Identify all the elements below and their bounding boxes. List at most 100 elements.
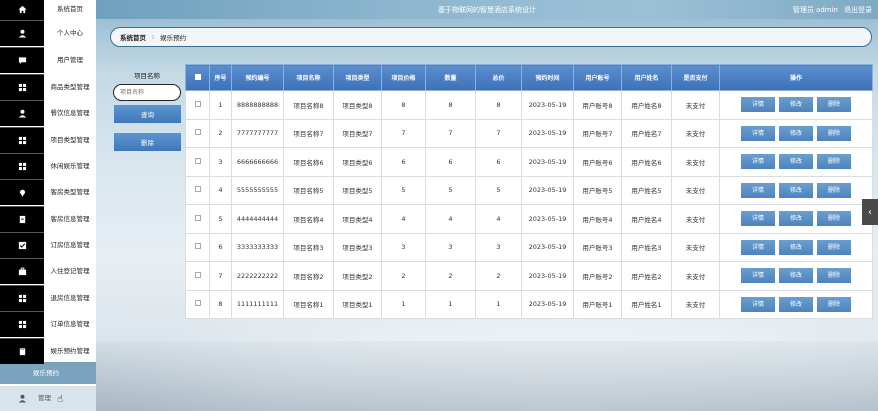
sidebar-item-4[interactable]: 商品类型管理: [0, 74, 96, 100]
sidebar-item-9[interactable]: 客房信息管理: [0, 206, 96, 232]
delete-button[interactable]: 删除: [817, 154, 851, 170]
logout-link[interactable]: 退出登录: [844, 5, 872, 15]
user-icon: [0, 20, 44, 46]
project-type: 项目类型2: [333, 261, 382, 291]
user-account: 用户账号4: [573, 204, 622, 234]
user-name: 用户姓名4: [621, 204, 672, 234]
row-checkbox[interactable]: [185, 90, 210, 120]
reservation-date: 2023-05-19: [521, 289, 574, 319]
sidebar-subitem-active[interactable]: 娱乐预约: [0, 362, 96, 384]
grid-icon: [0, 311, 44, 337]
breadcrumb-home[interactable]: 系统首页: [120, 32, 146, 42]
column-header: 总价: [475, 64, 522, 91]
sidebar-divider: [0, 338, 44, 339]
row-checkbox[interactable]: [185, 118, 210, 148]
project-price: 5: [381, 175, 426, 205]
column-header: 项目价格: [381, 64, 426, 91]
column-header: 是否支付: [671, 64, 720, 91]
row-actions: 详情 修改 删除: [719, 204, 873, 234]
sidebar-item-13[interactable]: 订单信息管理: [0, 311, 96, 337]
mouse-cursor-icon: ☝: [57, 394, 64, 405]
row-checkbox[interactable]: [185, 175, 210, 205]
delete-button[interactable]: 删除: [817, 211, 851, 227]
delete-button[interactable]: 删除: [817, 296, 851, 312]
query-button[interactable]: 查询: [114, 105, 181, 123]
delete-button[interactable]: 删除: [817, 182, 851, 198]
row-index: 4: [209, 175, 232, 205]
delete-button[interactable]: 删除: [817, 97, 851, 113]
total-price: 7: [475, 118, 522, 148]
sidebar-item-12[interactable]: 退房信息管理: [0, 285, 96, 311]
sidebar-item-10[interactable]: 订房信息管理: [0, 232, 96, 258]
reservation-code: 8888888888: [231, 90, 284, 120]
edit-button[interactable]: 修改: [779, 268, 813, 284]
detail-button[interactable]: 详情: [741, 182, 775, 198]
project-type: 项目类型7: [333, 118, 382, 148]
edit-button[interactable]: 修改: [779, 182, 813, 198]
detail-button[interactable]: 详情: [741, 154, 775, 170]
user-account: 用户账号7: [573, 118, 622, 148]
row-checkbox[interactable]: [185, 147, 210, 177]
user-account: 用户账号6: [573, 147, 622, 177]
project-price: 3: [381, 232, 426, 262]
payment-status: 未支付: [671, 118, 720, 148]
delete-button[interactable]: 删除: [817, 268, 851, 284]
edit-button[interactable]: 修改: [779, 239, 813, 255]
table-row: 2 7777777777 项目名称7 项目类型7 7 7 7 2023-05-19 用户账号7 用…: [185, 118, 873, 148]
delete-button[interactable]: 删除: [817, 239, 851, 255]
table-row: 7 2222222222 项目名称2 项目类型2 2 2 2 2023-05-19 用户账号2 用…: [185, 261, 873, 291]
edit-button[interactable]: 修改: [779, 211, 813, 227]
sidebar-item-label: 退房信息管理: [50, 294, 90, 302]
sidebar-item-bottom[interactable]: 管理: [0, 386, 96, 411]
user-name: 用户姓名6: [621, 147, 672, 177]
row-checkbox[interactable]: [185, 204, 210, 234]
project-type: 项目类型4: [333, 204, 382, 234]
edit-button[interactable]: 修改: [779, 154, 813, 170]
project-name: 项目名称5: [283, 175, 334, 205]
detail-button[interactable]: 详情: [741, 239, 775, 255]
edit-button[interactable]: 修改: [779, 97, 813, 113]
row-actions: 详情 修改 删除: [719, 90, 873, 120]
user-name: 用户姓名7: [621, 118, 672, 148]
row-checkbox[interactable]: [185, 289, 210, 319]
table-header-row: 序号 预约编号 项目名称 项目类型 项目价格 数量 总价 预约时间 用户账号 用户姓名 是否支付 操作: [185, 64, 873, 91]
row-checkbox[interactable]: [185, 261, 210, 291]
delete-button[interactable]: 删除: [817, 125, 851, 141]
table-row: 8 1111111111 项目名称1 项目类型1 1 1 1 2023-05-19 用户账号1 用…: [185, 289, 873, 319]
sidebar-item-bottom-label: 管理: [38, 394, 51, 402]
edit-button[interactable]: 修改: [779, 296, 813, 312]
row-actions: 详情 修改 删除: [719, 289, 873, 319]
sidebar-item-label: 商品类型管理: [50, 83, 90, 91]
quantity: 5: [425, 175, 476, 205]
detail-button[interactable]: 详情: [741, 211, 775, 227]
row-checkbox[interactable]: [185, 232, 210, 262]
table-row: 6 3333333333 项目名称3 项目类型3 3 3 3 2023-05-19 用户账号3 用…: [185, 232, 873, 262]
select-all-checkbox[interactable]: [185, 64, 210, 91]
sidebar-item-14[interactable]: 娱乐预约管理: [0, 338, 96, 364]
search-input[interactable]: [113, 84, 181, 101]
user-name: 用户姓名5: [621, 175, 672, 205]
sidebar-item-8[interactable]: 客房类型管理: [0, 179, 96, 205]
grid-icon: [0, 153, 44, 179]
batch-delete-button[interactable]: 删除: [114, 133, 181, 151]
doc-icon: [0, 206, 44, 232]
detail-button[interactable]: 详情: [741, 125, 775, 141]
sidebar-item-5[interactable]: 餐饮信息管理: [0, 100, 96, 126]
payment-status: 未支付: [671, 90, 720, 120]
user-account: 用户账号5: [573, 175, 622, 205]
edit-button[interactable]: 修改: [779, 125, 813, 141]
sidebar-item-2[interactable]: 个人中心: [0, 20, 96, 46]
detail-button[interactable]: 详情: [741, 97, 775, 113]
sidebar-item-1[interactable]: 系统首页: [0, 0, 96, 22]
detail-button[interactable]: 详情: [741, 296, 775, 312]
payment-status: 未支付: [671, 175, 720, 205]
sidebar-item-11[interactable]: 入住登记管理: [0, 258, 96, 284]
sidebar-item-6[interactable]: 项目类型管理: [0, 127, 96, 153]
sidebar-item-3[interactable]: 用户管理: [0, 47, 96, 73]
collapse-handle-icon[interactable]: ‹: [862, 199, 878, 225]
sidebar-item-7[interactable]: 休闲娱乐管理: [0, 153, 96, 179]
detail-button[interactable]: 详情: [741, 268, 775, 284]
payment-status: 未支付: [671, 204, 720, 234]
breadcrumb-current: 娱乐预约: [160, 34, 187, 42]
sidebar-divider: [0, 258, 44, 259]
